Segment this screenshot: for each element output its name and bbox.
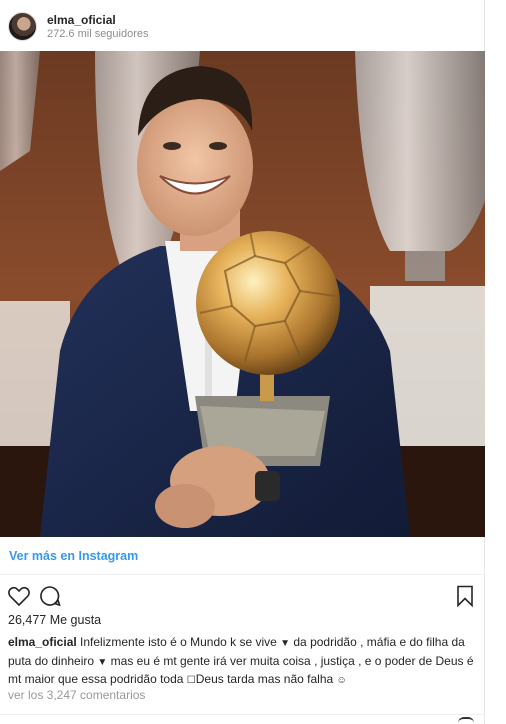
see-more-link[interactable]: Ver más en Instagram: [9, 549, 138, 563]
praying-emoji-icon: ☺: [336, 675, 347, 686]
username[interactable]: elma_oficial: [47, 13, 116, 27]
follower-count: 272.6 mil seguidores: [47, 28, 149, 40]
like-count: 26,477 Me gusta: [8, 613, 102, 627]
view-comments-link[interactable]: ver los 3,247 comentarios: [8, 688, 145, 702]
post-photo[interactable]: [0, 51, 485, 537]
caption-text-1: Infelizmente isto é o Mundo k se vive: [76, 635, 281, 649]
emoji-glyph: ☐: [186, 675, 196, 686]
divider: [0, 714, 485, 715]
instagram-embed-card: elma_oficial 272.6 mil seguidores Ver má…: [0, 0, 485, 724]
action-bar: [0, 578, 485, 612]
post-caption: elma_oficial Infelizmente isto é o Mundo…: [8, 634, 480, 690]
post-header: elma_oficial 272.6 mil seguidores: [0, 0, 485, 51]
emoji-glyph: ▼: [97, 656, 108, 668]
comment-icon[interactable]: [38, 584, 62, 608]
emoji-glyph: ▼: [280, 638, 291, 649]
caption-text-4: Deus tarda mas não falha: [195, 672, 337, 686]
caption-username[interactable]: elma_oficial: [8, 635, 77, 649]
see-more-bar: Ver más en Instagram: [0, 537, 485, 575]
loading-arc-icon: [458, 717, 474, 723]
avatar[interactable]: [8, 12, 37, 41]
heart-icon[interactable]: [7, 584, 31, 608]
bookmark-icon[interactable]: [453, 584, 477, 608]
